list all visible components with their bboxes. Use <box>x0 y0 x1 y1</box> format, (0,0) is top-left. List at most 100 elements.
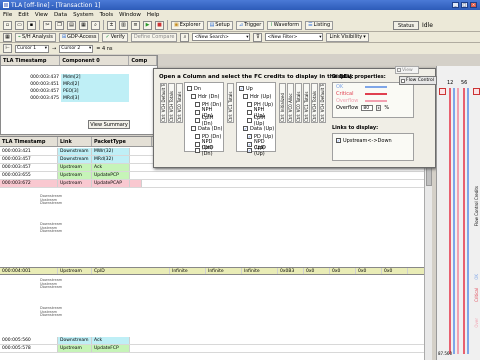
column-option[interactable]: Ctrl: VCH Totals <box>168 83 175 123</box>
minimize-icon[interactable]: _ <box>452 2 459 8</box>
column-option[interactable]: Ctrl: Initialized <box>279 83 286 123</box>
column-option[interactable]: Ctrl: VC1 Totals <box>303 83 310 123</box>
save-icon[interactable]: ▪ <box>27 20 36 30</box>
table-row[interactable]: 000:003:672 Upstream UpdatePCAP <box>0 180 432 188</box>
cursor1-select[interactable]: Cursor 1 ▾ <box>15 44 49 53</box>
find-icon[interactable]: ⌕ <box>91 20 100 30</box>
legend-line-overflow[interactable] <box>365 99 387 102</box>
grid-view-icon[interactable]: ▦ <box>3 32 12 42</box>
open-icon[interactable]: ▭ <box>15 20 24 30</box>
dn-checkbox[interactable]: Dn <box>187 85 201 92</box>
credit-cell: 0x0 <box>356 268 382 274</box>
explorer-button[interactable]: ▣ Explorer <box>171 20 204 30</box>
hdr-up-checkbox[interactable]: Hdr (Up) <box>243 93 271 100</box>
menu-data[interactable]: Data <box>54 12 67 18</box>
column-option[interactable]: Ctrl: VCH Totals <box>311 83 318 123</box>
gdp-access-button[interactable]: ⊞ GDP-Access <box>58 32 100 42</box>
sh-analysis-button[interactable]: ⌁ S/H Analysis <box>15 32 56 42</box>
cursor2-select[interactable]: Cursor 2 ▾ <box>59 44 94 53</box>
column-option[interactable]: Ctrl: VC0 Totals <box>176 83 183 123</box>
table-row[interactable]: 000:003:475 MRd[3] <box>1 95 157 102</box>
filter-select[interactable]: <New Filter> ▾ <box>265 33 324 41</box>
column-header[interactable]: TLA Timestamp <box>1 56 61 65</box>
search-icon[interactable]: ⌕ <box>180 32 190 42</box>
table-row[interactable]: 000:003:457 PEO[3] <box>1 88 157 95</box>
column-option[interactable]: Ctrl: VC1 Totals <box>227 83 234 123</box>
credit-value-2: 56 <box>461 80 468 86</box>
column-option[interactable]: Ctrl: VCH Default Totals <box>319 83 326 123</box>
sh-icon: ⌁ <box>18 34 22 40</box>
column-option[interactable]: Ctrl: VC0 Totals <box>295 83 302 123</box>
to-arrow-icon: → <box>52 45 57 52</box>
menu-tools[interactable]: Tools <box>100 12 114 18</box>
checkbox-box <box>243 94 248 99</box>
setup-button[interactable]: ▤ Setup <box>206 20 233 30</box>
table-row[interactable]: 000:005:560 Downstream Ack <box>0 337 432 345</box>
view-button[interactable]: View <box>395 66 419 74</box>
copy-icon[interactable]: ❐ <box>55 20 64 30</box>
marker-icon <box>473 88 480 95</box>
view-summary-button[interactable]: View Summary <box>88 120 130 129</box>
cpld-dn-checkbox[interactable]: CplD (Dn) <box>195 145 223 157</box>
stop-icon[interactable]: ■ <box>155 20 164 30</box>
paste-icon[interactable]: ▤ <box>67 20 76 30</box>
column-option[interactable]: Ctrl: VC0 Alloc <box>287 83 294 123</box>
menu-system[interactable]: System <box>73 12 94 18</box>
chevron-down-icon: ▾ <box>246 34 249 40</box>
checkbox-box <box>195 110 200 115</box>
column-header[interactable]: PacketType <box>92 137 152 146</box>
column-header[interactable]: TLA Timestamp <box>0 137 58 146</box>
up-checkbox[interactable]: Up <box>239 85 253 92</box>
table-row[interactable]: 000:003:451 MRd[2] <box>1 81 157 88</box>
cpld-up-checkbox[interactable]: CplD (Up) <box>247 145 275 157</box>
zoom-icon[interactable]: ± <box>107 20 116 30</box>
link-visibility-button[interactable]: Link Visibility ▾ <box>326 32 369 42</box>
menu-help[interactable]: Help <box>147 12 160 18</box>
menu-file[interactable]: File <box>3 12 12 18</box>
filter-icon[interactable]: ⊽ <box>253 32 263 42</box>
define-compare-button[interactable]: Define Compare <box>130 32 178 42</box>
menu-view[interactable]: View <box>35 12 48 18</box>
flow-control-tab[interactable]: Flow Control <box>399 76 437 85</box>
hdr-dn-checkbox[interactable]: Hdr (Dn) <box>191 93 220 100</box>
credit-cell: 0x0 <box>304 268 330 274</box>
trigger-button[interactable]: ⊿ Trigger <box>235 20 265 30</box>
table-row[interactable]: 000:005:578 Upstream UpdateFCP <box>0 345 432 353</box>
spinner-icon[interactable]: ⇕ <box>376 104 382 111</box>
legend-line-ok[interactable] <box>365 85 387 88</box>
table-row-selected[interactable]: 000:004:001 Upstream CplD Infinite Infin… <box>0 267 432 275</box>
menu-window[interactable]: Window <box>119 12 141 18</box>
legend-line-critical[interactable] <box>365 92 387 95</box>
column-header[interactable]: Link <box>58 137 92 146</box>
data-up-checkbox[interactable]: Data (Up) <box>243 125 274 132</box>
overflow-input[interactable]: 80 <box>361 104 374 111</box>
grid-icon[interactable]: ▥ <box>119 20 128 30</box>
run-icon[interactable]: ▶ <box>143 20 152 30</box>
column-option[interactable]: Ctrl: VCH Default Totals <box>160 83 167 123</box>
table-row[interactable]: 000:003:655 Upstream UpdatePCP <box>0 172 432 180</box>
column-header[interactable]: Component 0 <box>60 56 130 65</box>
cplh-dn-checkbox[interactable]: CplH (Dn) <box>195 115 223 127</box>
data-dn-checkbox[interactable]: Data (Dn) <box>191 125 222 132</box>
search-select[interactable]: <New Search> ▾ <box>192 33 251 41</box>
vertical-scrollbar[interactable] <box>424 136 432 360</box>
props-icon[interactable]: ≡ <box>131 20 140 30</box>
timestamp-cell: 000:003:421 <box>0 148 58 155</box>
close-icon[interactable]: × <box>470 2 477 8</box>
verify-button[interactable]: ✓ Verify <box>102 32 128 42</box>
table-row[interactable]: 000:003:437 Mdm[2] <box>1 74 157 81</box>
cplh-up-checkbox[interactable]: CplH (Up) <box>247 115 275 127</box>
cursor-icon[interactable]: ⊢ <box>3 44 12 53</box>
menu-edit[interactable]: Edit <box>18 12 29 18</box>
listing-button[interactable]: ☰ Listing <box>305 20 334 30</box>
print-icon[interactable]: ▦ <box>79 20 88 30</box>
column-header[interactable]: Comp <box>129 56 157 65</box>
checkbox-label: Data (Dn) <box>198 125 223 132</box>
new-icon[interactable]: ▫ <box>3 20 12 30</box>
checkbox-box <box>195 118 200 123</box>
maximize-icon[interactable]: □ <box>461 2 468 8</box>
waveform-button[interactable]: ⌇ Waveform <box>267 20 303 30</box>
upstream-downstream-checkbox[interactable]: Upstream<->Down <box>336 137 392 144</box>
cut-icon[interactable]: ✂ <box>43 20 52 30</box>
status-button[interactable]: Status <box>393 21 419 30</box>
